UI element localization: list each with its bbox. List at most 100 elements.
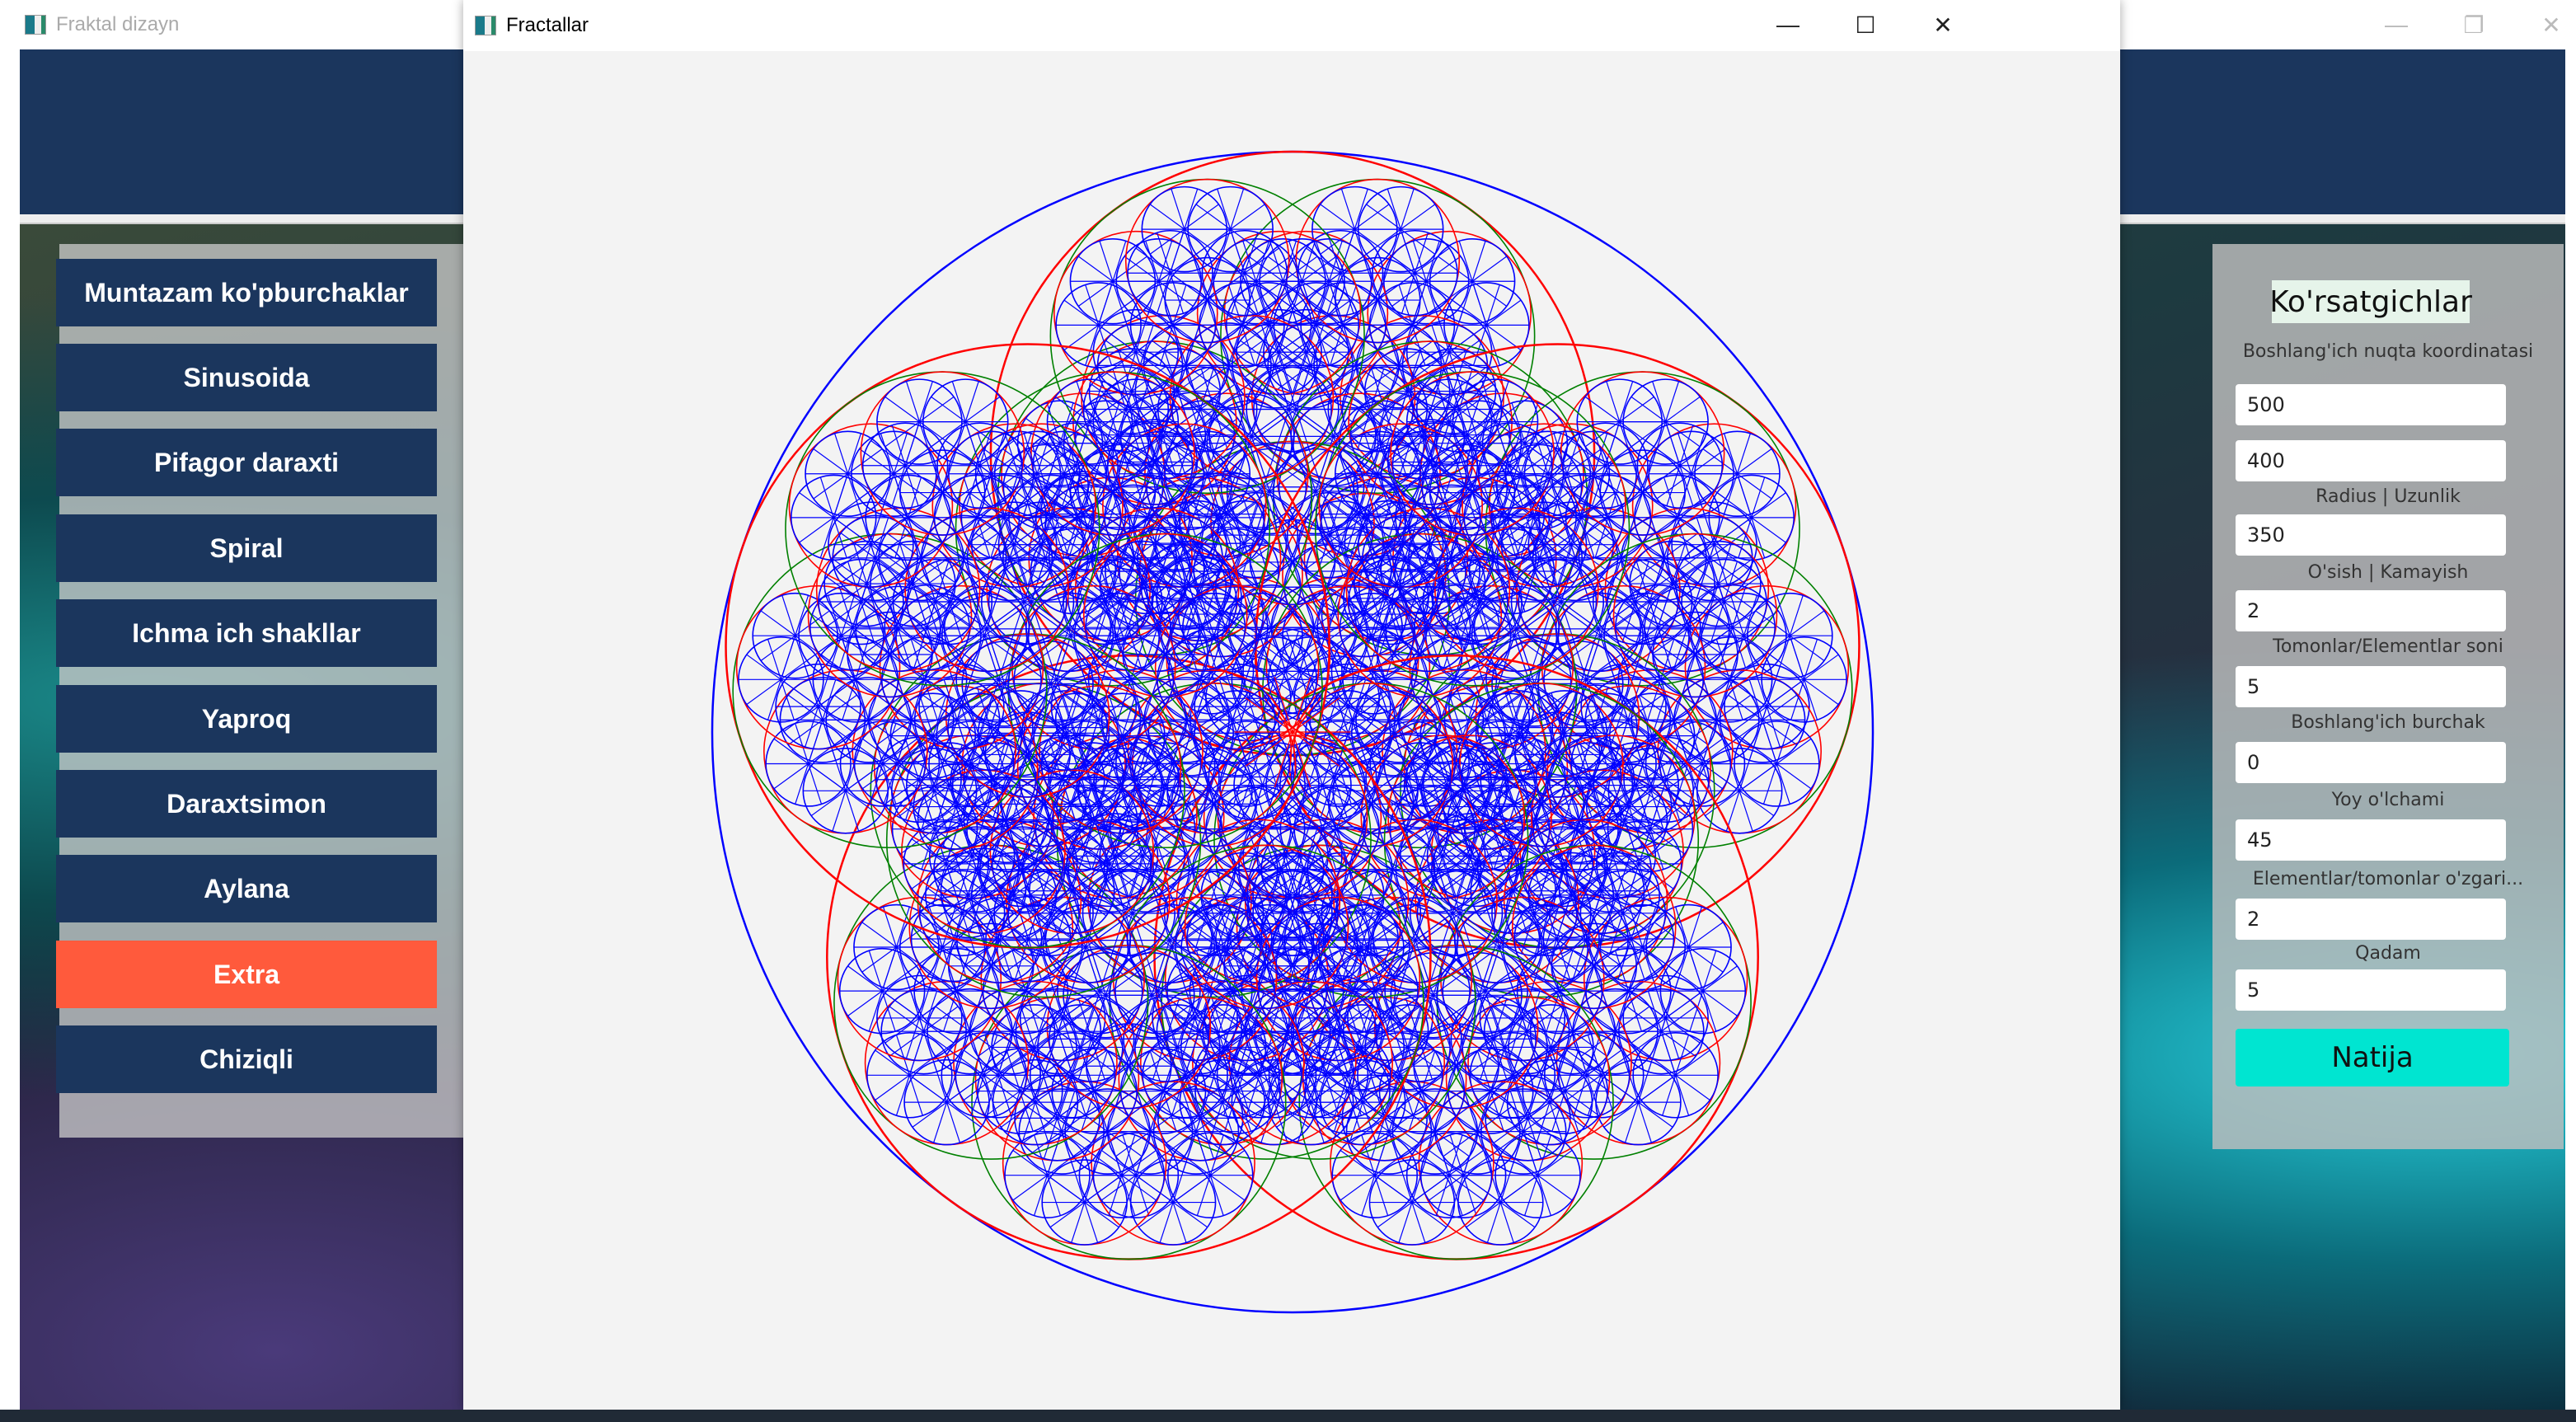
fractal-spoke [1122,1176,1135,1216]
fractal-spoke [1354,189,1368,229]
fractal-spoke [1638,1102,1673,1127]
fractal-spoke [1138,1203,1173,1227]
fractal-spoke [1500,1203,1535,1227]
fractal-spoke [1231,189,1244,229]
fractal-spoke [1666,382,1679,422]
fractal-spoke [1171,189,1185,229]
change-label: Elementlar/tomonlar o'zgari... [2212,869,2564,889]
menu-button-circle[interactable]: Aylana [56,855,437,922]
change-input[interactable] [2236,899,2506,940]
start-y-input[interactable] [2236,440,2506,481]
fractal-spoke [1763,763,1776,804]
fractal-spoke [1790,611,1824,636]
fractal-spoke [1401,189,1414,229]
menu-button-leaf[interactable]: Yaproq [56,685,437,753]
fractal-spoke [1580,659,1615,683]
fractal-spoke [1737,434,1750,474]
close-icon[interactable]: ✕ [2513,0,2576,49]
parameters-title: Ko'rsatgichlar [2272,280,2470,323]
fractal-spoke [1113,241,1126,281]
fractal-spoke [1653,629,1687,654]
menu-button-linear[interactable]: Chiziqli [56,1025,437,1093]
fractal-spoke [1752,518,1765,558]
fractal-spoke [1472,241,1485,281]
fractal-spoke [1666,397,1701,421]
angle-label: Boshlang'ich burchak [2212,712,2564,733]
fractal-spoke [1375,1176,1388,1216]
fractal-spoke [1604,1102,1639,1127]
menu-button-extra[interactable]: Extra [56,941,437,1008]
background-window-title: Fraktal dizayn [56,13,179,36]
fractal-spoke [1776,595,1790,636]
menu-button-polygons[interactable]: Muntazam ko'pburchaklar [56,259,437,326]
fractal-spoke [1480,970,1514,995]
arc-input[interactable] [2236,819,2506,861]
app-icon [475,16,496,35]
fractal-spoke [1350,518,1363,558]
arc-label: Yoy o'lchami [2212,790,2564,810]
fractal-spoke [1551,1022,1585,1047]
natija-button[interactable]: Natija [2236,1029,2509,1086]
start-x-input[interactable] [2236,384,2506,425]
menu-button-pythagoras-tree[interactable]: Pifagor daraxti [56,429,437,496]
fractal-spoke [1767,706,1801,731]
fractal-window-title: Fractallar [506,14,589,37]
fractal-spoke [1739,791,1774,815]
fractal-spoke [1551,941,1586,965]
close-icon[interactable]: ✕ [1904,0,1982,49]
minimize-icon[interactable]: — [2358,0,2435,49]
angle-input[interactable] [2236,742,2506,783]
fractal-spoke [1538,1176,1551,1216]
fractal-spoke [1449,1176,1462,1216]
step-input[interactable] [2236,969,2506,1011]
fractal-spoke [1100,241,1113,281]
fractal-spoke [1150,204,1185,229]
fractal-spoke [1210,1176,1223,1216]
minimize-icon[interactable]: — [1749,0,1827,49]
fractal-spoke [1412,1203,1447,1227]
growth-input[interactable] [2236,590,2506,631]
fractal-spoke [1436,1176,1449,1216]
menu-button-sinusoid[interactable]: Sinusoida [56,344,437,411]
fractal-spoke [1472,256,1507,281]
maximize-icon[interactable]: ☐ [1827,0,1904,49]
fractal-spoke [1401,204,1435,229]
fractal-spoke [1123,1176,1136,1216]
fractal-spoke [1565,1091,1579,1132]
fractal-spoke [1804,679,1818,720]
fractal-window-titlebar: Fractallar — ☐ ✕ [463,0,2120,51]
fractal-spoke [1047,1176,1060,1216]
fractal-spoke [1666,1018,1701,1043]
fractal-spoke [1197,1176,1210,1216]
fractal-spoke [1035,1176,1048,1216]
menu-button-tree[interactable]: Daraxtsimon [56,770,437,838]
fractal-spoke [1218,189,1231,229]
menu-button-nested-shapes[interactable]: Ichma ich shakllar [56,599,437,667]
sides-input[interactable] [2236,666,2506,707]
fractal-spoke [1171,273,1184,313]
fractal-spoke [1703,991,1716,1031]
step-label: Qadam [2212,943,2564,964]
fractal-spoke [1528,1118,1563,1143]
fractal-spoke [1449,382,1462,422]
fractal-spoke [1776,763,1790,804]
menu-button-spiral[interactable]: Spiral [56,514,437,582]
radius-input[interactable] [2236,514,2506,556]
fractal-spoke [1607,382,1620,422]
fractal-spoke [1587,1075,1600,1115]
fractal-spoke [1085,1203,1119,1227]
fractal-spoke [1173,1203,1208,1227]
fractal-spoke [1459,241,1472,281]
fractal-spoke [1450,1176,1463,1216]
fractal-spoke [1362,1176,1375,1216]
radius-label: Radius | Uzunlik [2212,486,2564,507]
fractal-spoke [1737,448,1771,473]
fractal-spoke [1724,434,1738,474]
parameters-panel: Ko'rsatgichlar Boshlang'ich nuqta koordi… [2212,244,2564,1149]
fractal-spoke [1667,466,1680,506]
fractal-spoke [1185,189,1198,229]
fractal-spoke [1688,763,1701,804]
restore-icon[interactable]: ❐ [2435,0,2513,49]
fractal-spoke [1341,189,1354,229]
fractal-spoke [1689,907,1702,947]
